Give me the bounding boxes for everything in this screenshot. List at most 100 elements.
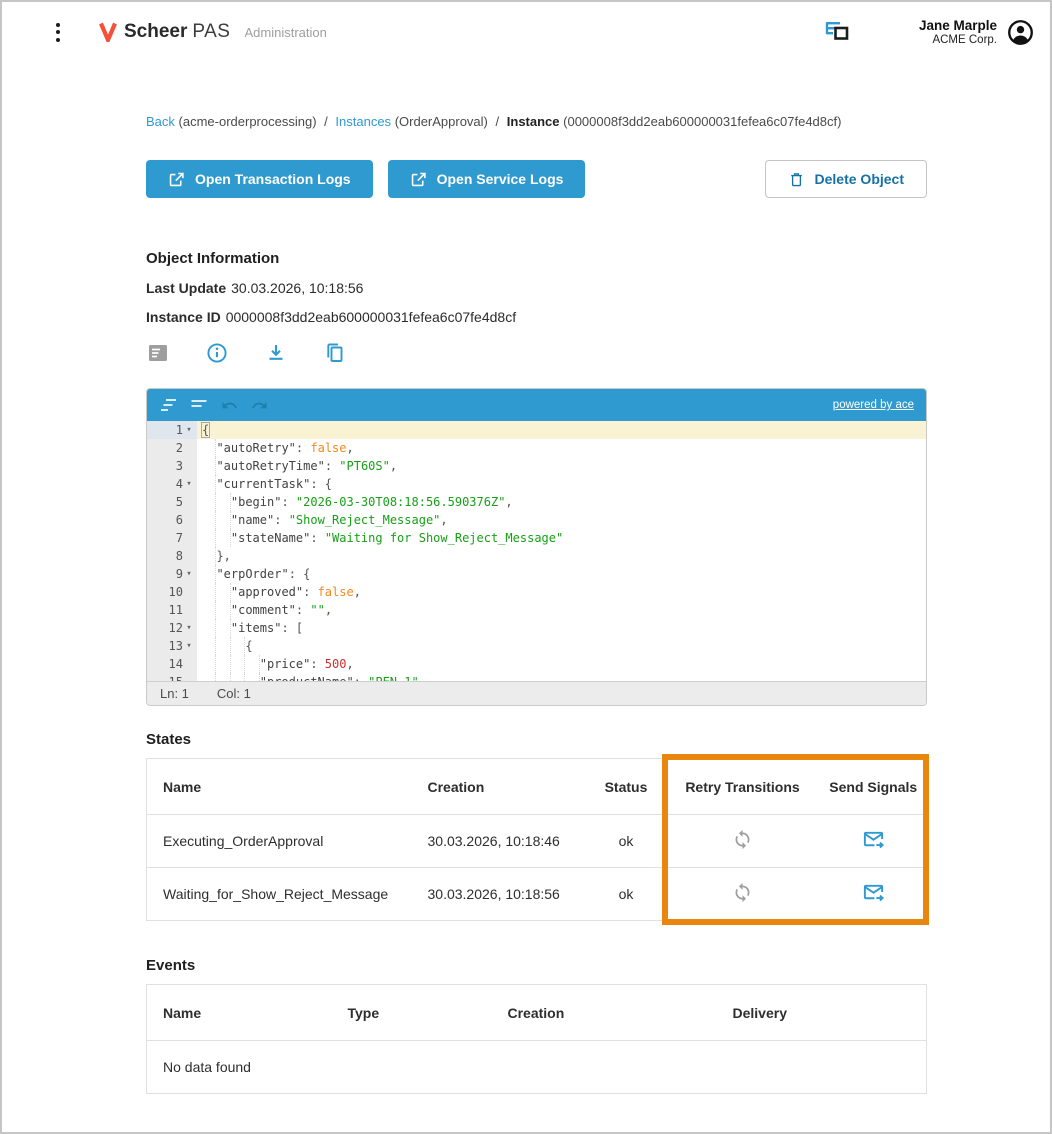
gutter-line[interactable]: 7 — [147, 529, 197, 547]
state-name: Waiting_for_Show_Reject_Message — [163, 886, 389, 902]
gutter-line[interactable]: 13 ▾ — [147, 637, 197, 655]
send-signal-button[interactable] — [860, 879, 887, 909]
user-info[interactable]: Jane Marple ACME Corp. — [919, 18, 997, 46]
download-icon[interactable] — [264, 341, 288, 365]
undo-icon[interactable] — [217, 394, 241, 416]
retry-sync-icon — [735, 829, 750, 850]
user-org: ACME Corp. — [932, 34, 997, 46]
editor-toolbar: powered by ace — [147, 389, 926, 421]
code-line[interactable]: "comment": "", — [202, 601, 926, 619]
scheer-logo-icon — [99, 22, 117, 42]
states-col-status: Status — [604, 778, 648, 795]
events-heading: Events — [146, 957, 196, 974]
states-col-name: Name — [163, 778, 202, 795]
code-line[interactable]: "autoRetry": false, — [202, 439, 926, 457]
breadcrumb-instances-link[interactable]: Instances — [335, 114, 391, 129]
open-transaction-logs-button[interactable]: Open Transaction Logs — [146, 160, 373, 198]
kebab-menu-icon[interactable] — [52, 19, 64, 46]
editor-gutter[interactable]: 1▾234▾56789▾101112▾13▾1415 — [147, 421, 197, 681]
states-col-send-signals: Send Signals — [829, 778, 918, 795]
breadcrumb-instances-context: (OrderApproval) — [394, 114, 488, 129]
log-viewer-icon[interactable] — [823, 19, 853, 45]
fold-caret-icon[interactable]: ▾ — [183, 619, 195, 637]
states-table-wrap: Name Creation Status Retry Transitions S… — [146, 754, 929, 925]
events-col-name: Name — [163, 1004, 202, 1021]
open-service-logs-button[interactable]: Open Service Logs — [387, 160, 586, 198]
info-icon[interactable] — [205, 341, 229, 365]
code-line[interactable]: "items": [ — [202, 619, 926, 637]
gutter-line[interactable]: 3 — [147, 457, 197, 475]
breadcrumb: Back (acme-orderprocessing) / Instances … — [146, 114, 927, 129]
code-line[interactable]: "begin": "2026-03-30T08:18:56.590376Z", — [202, 493, 926, 511]
code-line[interactable]: "name": "Show_Reject_Message", — [202, 511, 926, 529]
redo-icon[interactable] — [247, 394, 271, 416]
brand: Scheer PAS Administration — [98, 21, 327, 43]
last-update-label: Last Update — [146, 280, 227, 296]
fold-caret-icon[interactable]: ▾ — [183, 421, 195, 439]
code-line[interactable]: }, — [202, 547, 926, 565]
object-information-heading: Object Information — [146, 250, 280, 267]
code-line[interactable]: "autoRetryTime": "PT60S", — [202, 457, 926, 475]
breadcrumb-back-context: (acme-orderprocessing) — [178, 114, 317, 129]
json-editor: powered by ace 1▾234▾56789▾101112▾13▾141… — [146, 388, 927, 706]
send-signal-button[interactable] — [860, 826, 887, 856]
gutter-line[interactable]: 9 ▾ — [147, 565, 197, 583]
states-col-creation: Creation — [427, 778, 485, 795]
fold-caret-icon[interactable]: ▾ — [183, 565, 195, 583]
brand-scheer: Scheer — [124, 21, 188, 42]
code-line[interactable]: "approved": false, — [202, 583, 926, 601]
gutter-line[interactable]: 8 — [147, 547, 197, 565]
instance-id-value: 0000008f3dd2eab600000031fefea6c07fe4d8cf — [225, 309, 517, 325]
last-update-line: Last Update 30.03.2026, 10:18:56 — [146, 280, 927, 296]
code-line[interactable]: "stateName": "Waiting for Show_Reject_Me… — [202, 529, 926, 547]
editor-code[interactable]: {"autoRetry": false, "autoRetryTime": "PT… — [197, 421, 926, 681]
format-icon[interactable] — [157, 394, 181, 416]
code-line[interactable]: "erpOrder": { — [202, 565, 926, 583]
gutter-line[interactable]: 1 ▾ — [147, 421, 197, 439]
gutter-line[interactable]: 4 ▾ — [147, 475, 197, 493]
brand-pas: PAS — [192, 21, 231, 42]
breadcrumb-back-link[interactable]: Back — [146, 114, 175, 129]
events-table: Name Type Creation Delivery No data foun… — [146, 984, 927, 1094]
app-window: Scheer PAS Administration Jane Marple AC… — [0, 0, 1052, 1134]
gutter-line[interactable]: 5 — [147, 493, 197, 511]
retry-sync-icon — [735, 882, 750, 903]
instance-id-label: Instance ID — [146, 309, 221, 325]
retry-transition-button[interactable] — [730, 880, 755, 908]
account-circle-icon[interactable] — [1007, 19, 1034, 46]
action-button-row: Open Transaction Logs Open Service Logs — [146, 160, 927, 198]
code-line[interactable]: { — [197, 421, 926, 439]
instance-id-line: Instance ID 0000008f3dd2eab600000031fefea… — [146, 309, 927, 325]
breadcrumb-separator: / — [495, 114, 500, 129]
gutter-line[interactable]: 14 — [147, 655, 197, 673]
cursor-col-indicator: Col: 1 — [216, 686, 251, 701]
gutter-line[interactable]: 15 — [147, 673, 197, 681]
button-label: Open Transaction Logs — [195, 171, 351, 187]
external-link-icon — [169, 172, 184, 186]
delete-object-button[interactable]: Delete Object — [764, 160, 927, 198]
document-log-icon[interactable] — [146, 341, 170, 365]
breadcrumb-instance-context: (0000008f3dd2eab600000031fefea6c07fe4d8c… — [563, 114, 842, 129]
code-line[interactable]: "productName": "PEN-1", — [202, 673, 926, 681]
editor-body[interactable]: 1▾234▾56789▾101112▾13▾1415 {"autoRetry":… — [147, 421, 926, 681]
gutter-line[interactable]: 11 — [147, 601, 197, 619]
retry-transition-button[interactable] — [730, 827, 755, 855]
code-line[interactable]: "price": 500, — [202, 655, 926, 673]
align-left-icon[interactable] — [187, 394, 211, 416]
instance-mini-toolbar — [146, 341, 927, 365]
gutter-line[interactable]: 10 — [147, 583, 197, 601]
gutter-line[interactable]: 12 ▾ — [147, 619, 197, 637]
breadcrumb-instance-label: Instance — [506, 114, 560, 129]
gutter-line[interactable]: 6 — [147, 511, 197, 529]
code-line[interactable]: { — [202, 637, 926, 655]
fold-caret-icon[interactable]: ▾ — [183, 637, 195, 655]
code-line[interactable]: "currentTask": { — [202, 475, 926, 493]
copy-icon[interactable] — [323, 341, 347, 365]
state-status: ok — [618, 886, 634, 902]
powered-by-ace-link[interactable]: powered by ace — [833, 399, 914, 411]
send-signal-icon — [863, 831, 884, 849]
states-heading: States — [146, 731, 192, 748]
events-col-creation: Creation — [507, 1004, 565, 1021]
fold-caret-icon[interactable]: ▾ — [183, 475, 195, 493]
gutter-line[interactable]: 2 — [147, 439, 197, 457]
